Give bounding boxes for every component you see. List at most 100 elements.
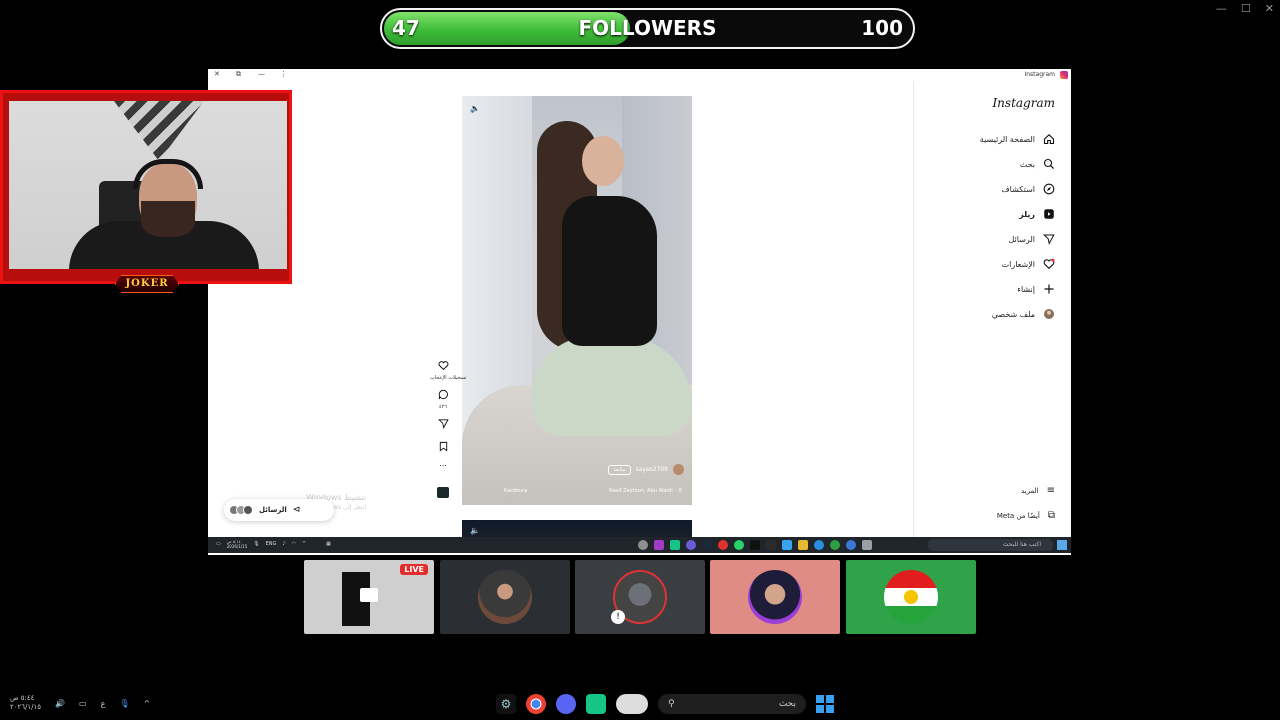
reel-video[interactable]: 🔈 sayso2709 متابعة Nasif Zeytoun, Abu Wa…	[462, 96, 692, 505]
maximize-button[interactable]: ☐	[1241, 2, 1251, 15]
reel-audio-source[interactable]: Kazdoura	[504, 488, 527, 494]
volume-icon[interactable]: 🔊	[55, 699, 65, 708]
chrome-icon[interactable]	[526, 694, 546, 714]
close-button[interactable]: ✕	[1265, 2, 1274, 15]
meta-label: أيضًا من Meta	[996, 511, 1040, 520]
app-icon[interactable]	[766, 540, 776, 550]
tile-participant-2[interactable]	[440, 560, 570, 634]
nav-search[interactable]: بحث	[1020, 158, 1055, 170]
reel-person-face	[582, 136, 624, 186]
nav-home[interactable]: الصفحة الرئيسية	[980, 133, 1055, 145]
green-app-icon[interactable]	[586, 694, 606, 714]
app-icon[interactable]	[830, 540, 840, 550]
app-icon[interactable]	[862, 540, 872, 550]
screen: — ☐ ✕ 47 FOLLOWERS 100 ✕ ⧉ — ⋮ Instagram…	[0, 0, 1280, 720]
tile-participant-3[interactable]: !	[575, 560, 705, 634]
network-icon[interactable]: ▭	[79, 699, 87, 708]
kurdistan-flag-icon	[884, 570, 938, 624]
microphone-icon[interactable]: 🎙	[119, 699, 129, 708]
browser-restore-button[interactable]: ⧉	[236, 70, 241, 79]
app-icon[interactable]	[654, 540, 664, 550]
share-button[interactable]	[430, 414, 456, 433]
mic-icon[interactable]: 🎙	[253, 541, 259, 547]
app-icon[interactable]	[750, 540, 760, 550]
browser-minimize-button[interactable]: —	[258, 70, 265, 78]
next-reel-mute-icon[interactable]: 🔈	[470, 526, 480, 535]
app-icon[interactable]	[638, 540, 648, 550]
inner-start-button[interactable]	[1057, 540, 1067, 550]
app-icon[interactable]	[718, 540, 728, 550]
inner-clock[interactable]: ٥:١٤ ص 2026/1/15	[227, 539, 248, 549]
follower-label: FOLLOWERS	[578, 16, 717, 40]
inner-search-box[interactable]: اكتب هنا للبحث	[928, 539, 1053, 551]
tile-participant-4[interactable]	[710, 560, 840, 634]
keyboard-icon[interactable]: ▦	[326, 541, 331, 547]
taskbar-search[interactable]: بحث ⚲	[658, 694, 806, 714]
nav-profile[interactable]: ملف شخصي	[992, 308, 1055, 320]
notification-icon[interactable]: ▭	[216, 541, 221, 547]
search-icon: ⚲	[668, 699, 675, 709]
also-from-meta[interactable]: ⧉ أيضًا من Meta	[997, 510, 1055, 521]
steam-icon[interactable]: ⚙	[496, 694, 516, 714]
system-taskbar: ٥:٤٤ ص ٢٠٢٦/١/١٥ 🔊 ▭ ع 🎙 ^ ⚙ بحث ⚲	[0, 688, 1280, 720]
inner-lang[interactable]: ENG	[266, 541, 277, 547]
minimize-button[interactable]: —	[1216, 2, 1227, 15]
taskbar-pinned-image[interactable]	[616, 694, 648, 714]
chevron-up-icon[interactable]: ^	[144, 699, 151, 708]
follow-button[interactable]: متابعة	[608, 464, 631, 475]
system-tray: ٥:٤٤ ص ٢٠٢٦/١/١٥ 🔊 ▭ ع 🎙 ^	[10, 694, 150, 712]
tile-participant-5[interactable]	[846, 560, 976, 634]
reel-username[interactable]: sayso2709	[636, 466, 668, 473]
chevron-up-icon[interactable]: ^	[302, 541, 306, 547]
app-icon[interactable]	[814, 540, 824, 550]
browser-titlebar: ✕ ⧉ — ⋮ Instagram	[208, 69, 1071, 81]
bookmark-icon	[439, 441, 447, 452]
webcam-frame: JOKER	[0, 90, 292, 293]
nav-messages[interactable]: الرسائل	[1009, 233, 1056, 245]
nav-notifications[interactable]: الإشعارات	[1002, 258, 1055, 270]
comment-button[interactable]: ٤٢٦	[430, 385, 456, 410]
more-label: المزيد	[1021, 486, 1039, 495]
like-button[interactable]: تسجيلات الإعجاب	[430, 356, 467, 381]
reel-user-avatar[interactable]	[673, 464, 684, 475]
system-clock[interactable]: ٥:٤٤ ص ٢٠٢٦/١/١٥	[10, 694, 41, 712]
system-time: ٥:٤٤ ص	[10, 694, 35, 702]
system-lang[interactable]: ع	[101, 699, 106, 708]
browser-close-button[interactable]: ✕	[214, 70, 220, 78]
webcam-chevron-wallart	[114, 101, 204, 161]
reel-music[interactable]: Nasif Zeytoun, Abu Wardi · ♬	[609, 488, 682, 494]
save-button[interactable]	[430, 437, 456, 456]
app-icon[interactable]	[702, 540, 712, 550]
app-icon[interactable]	[798, 540, 808, 550]
discord-icon[interactable]	[556, 694, 576, 714]
audio-thumbnail[interactable]	[430, 483, 456, 502]
app-icon[interactable]	[846, 540, 856, 550]
webcam-streamer-beard	[141, 201, 195, 237]
joker-badge: JOKER	[115, 275, 179, 293]
follower-goal-count: 100	[861, 16, 903, 40]
nav-explore[interactable]: استكشاف	[1001, 183, 1055, 195]
reel-person-top	[562, 196, 657, 346]
wifi-icon[interactable]: ◠	[292, 541, 296, 547]
browser-tab-title[interactable]: Instagram	[1024, 71, 1055, 78]
browser-menu-button[interactable]: ⋮	[280, 70, 287, 78]
heart-icon	[1043, 258, 1055, 270]
more-options-button[interactable]: ...	[430, 459, 456, 468]
messages-pill[interactable]: ⊳ الرسائل	[224, 499, 334, 521]
share-send-icon	[437, 419, 449, 429]
tile-screen-share[interactable]: LIVE	[304, 560, 434, 634]
volume-icon[interactable]: ♪	[282, 541, 285, 547]
nav-create[interactable]: إنشاء	[1017, 283, 1055, 295]
app-icon[interactable]	[782, 540, 792, 550]
messages-send-icon: ⊳	[292, 505, 301, 515]
app-icon[interactable]	[686, 540, 696, 550]
instagram-logo[interactable]: Instagram	[992, 96, 1055, 110]
more-menu[interactable]: ≡ المزيد	[1021, 485, 1055, 496]
windows-start-icon[interactable]	[816, 695, 834, 713]
audio-thumb-image	[437, 487, 449, 498]
mute-icon[interactable]: 🔈	[470, 104, 480, 113]
app-icon[interactable]	[670, 540, 680, 550]
app-icon[interactable]	[734, 540, 744, 550]
nav-reels[interactable]: ريلز	[1019, 208, 1055, 220]
nav-profile-label: ملف شخصي	[991, 309, 1035, 319]
